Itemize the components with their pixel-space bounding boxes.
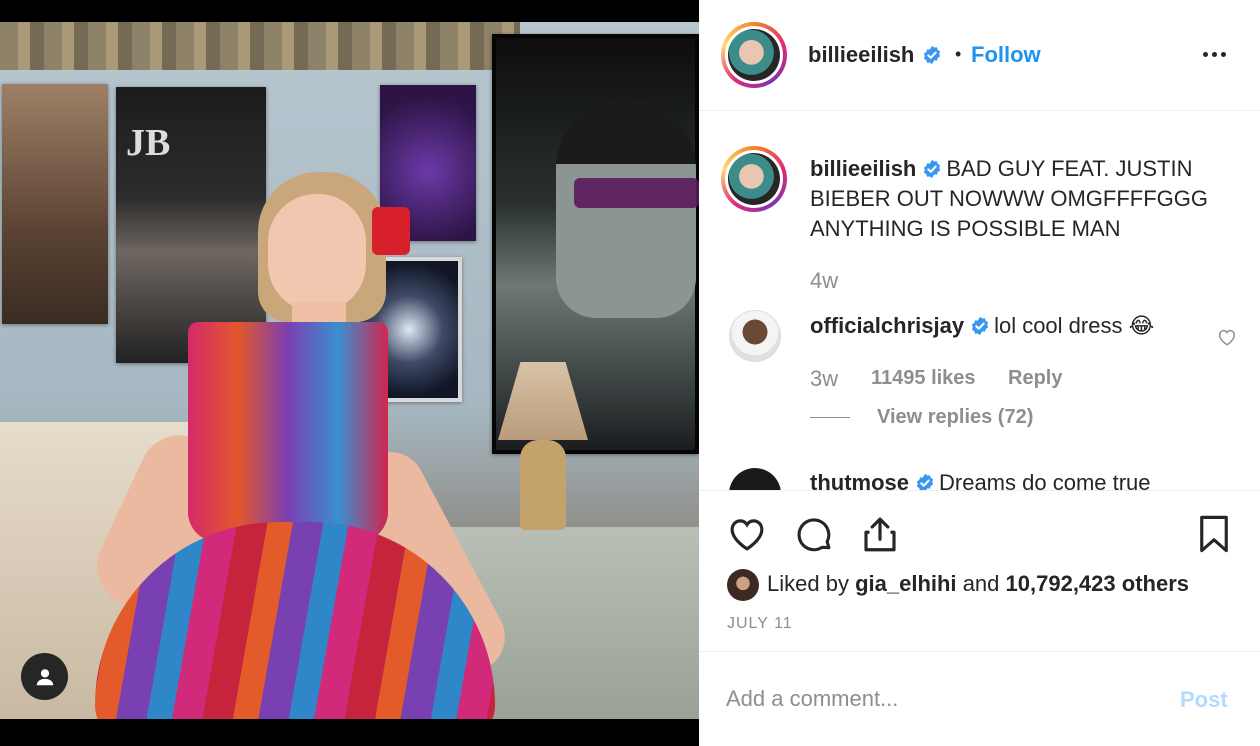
replies-divider xyxy=(810,417,850,418)
separator-dot: • xyxy=(955,44,962,64)
verified-icon xyxy=(922,45,942,65)
follow-button[interactable]: Follow xyxy=(971,42,1041,68)
post-photo-area: JB xyxy=(0,0,699,746)
save-button[interactable] xyxy=(1193,513,1235,555)
header-username[interactable]: billieeilish xyxy=(808,42,942,68)
post-date[interactable]: JULY 11 xyxy=(727,615,793,633)
caption-username[interactable]: billieeilish xyxy=(810,156,916,181)
share-button[interactable] xyxy=(859,513,901,555)
likes-count-link[interactable]: 10,792,423 others xyxy=(1006,571,1189,596)
post-sidebar: billieeilish • Follow billieeilish BAD GU… xyxy=(699,0,1260,746)
post-photo[interactable]: JB xyxy=(0,22,699,719)
comment: officialchrisjay lol cool dress 😂 xyxy=(810,313,1154,339)
post-comment-button[interactable]: Post xyxy=(1180,687,1228,713)
comment-likes-count[interactable]: 11495 likes xyxy=(871,367,976,390)
post-caption: billieeilish BAD GUY FEAT. JUSTIN BIEBER … xyxy=(810,154,1230,244)
more-options-icon[interactable] xyxy=(1203,52,1226,57)
post-actions: Liked by gia_elhihi and 10,792,423 other… xyxy=(699,490,1260,652)
poster-portrait xyxy=(556,98,696,318)
liked-and: and xyxy=(962,571,1000,596)
sequin-dress-top xyxy=(188,322,388,542)
like-button[interactable] xyxy=(726,513,768,555)
person-face xyxy=(268,194,366,312)
comment-composer: Post xyxy=(699,653,1260,746)
lamp-base xyxy=(520,440,566,530)
caption-timestamp[interactable]: 4w xyxy=(810,268,838,294)
share-icon xyxy=(864,517,896,552)
liked-prefix: Liked by xyxy=(767,571,849,596)
comment-text: lol cool dress 😂 xyxy=(994,313,1155,338)
comment-text: Dreams do come true xyxy=(939,470,1151,490)
verified-icon xyxy=(970,316,990,336)
comment-like-heart-icon[interactable] xyxy=(1216,326,1238,348)
poster-sunglasses xyxy=(574,178,699,208)
tagged-users-button[interactable] xyxy=(21,653,68,700)
comments-list[interactable]: billieeilish BAD GUY FEAT. JUSTIN BIEBER … xyxy=(699,112,1260,490)
bookmark-icon xyxy=(1200,515,1228,553)
comment-input[interactable] xyxy=(726,681,1146,717)
wall-poster xyxy=(2,84,108,324)
comment: thutmose Dreams do come true xyxy=(810,470,1151,490)
username-text[interactable]: billieeilish xyxy=(808,42,914,68)
comment-icon xyxy=(797,518,831,552)
caption-avatar[interactable] xyxy=(721,146,787,212)
liked-by-user-link[interactable]: gia_elhihi xyxy=(855,571,956,596)
reply-button[interactable]: Reply xyxy=(1008,367,1062,390)
poster-logo-text: JB xyxy=(126,122,171,164)
wall-frieze xyxy=(0,22,520,70)
verified-icon xyxy=(915,473,935,490)
hair-bow xyxy=(372,207,410,255)
post-header: billieeilish • Follow xyxy=(699,0,1260,111)
user-icon xyxy=(36,668,53,685)
comment-username[interactable]: thutmose xyxy=(810,470,909,490)
liked-by-text: Liked by gia_elhihi and 10,792,423 other… xyxy=(767,571,1189,597)
verified-icon xyxy=(922,157,942,179)
view-replies-button[interactable]: View replies (72) xyxy=(877,406,1033,429)
profile-avatar[interactable] xyxy=(721,22,787,88)
liked-by-avatar[interactable] xyxy=(727,569,759,601)
heart-icon xyxy=(730,519,764,551)
comment-timestamp[interactable]: 3w xyxy=(810,366,838,392)
commenter-avatar[interactable] xyxy=(729,310,781,362)
comment-username[interactable]: officialchrisjay xyxy=(810,313,964,338)
commenter-avatar[interactable] xyxy=(729,468,781,490)
comment-button[interactable] xyxy=(793,513,835,555)
